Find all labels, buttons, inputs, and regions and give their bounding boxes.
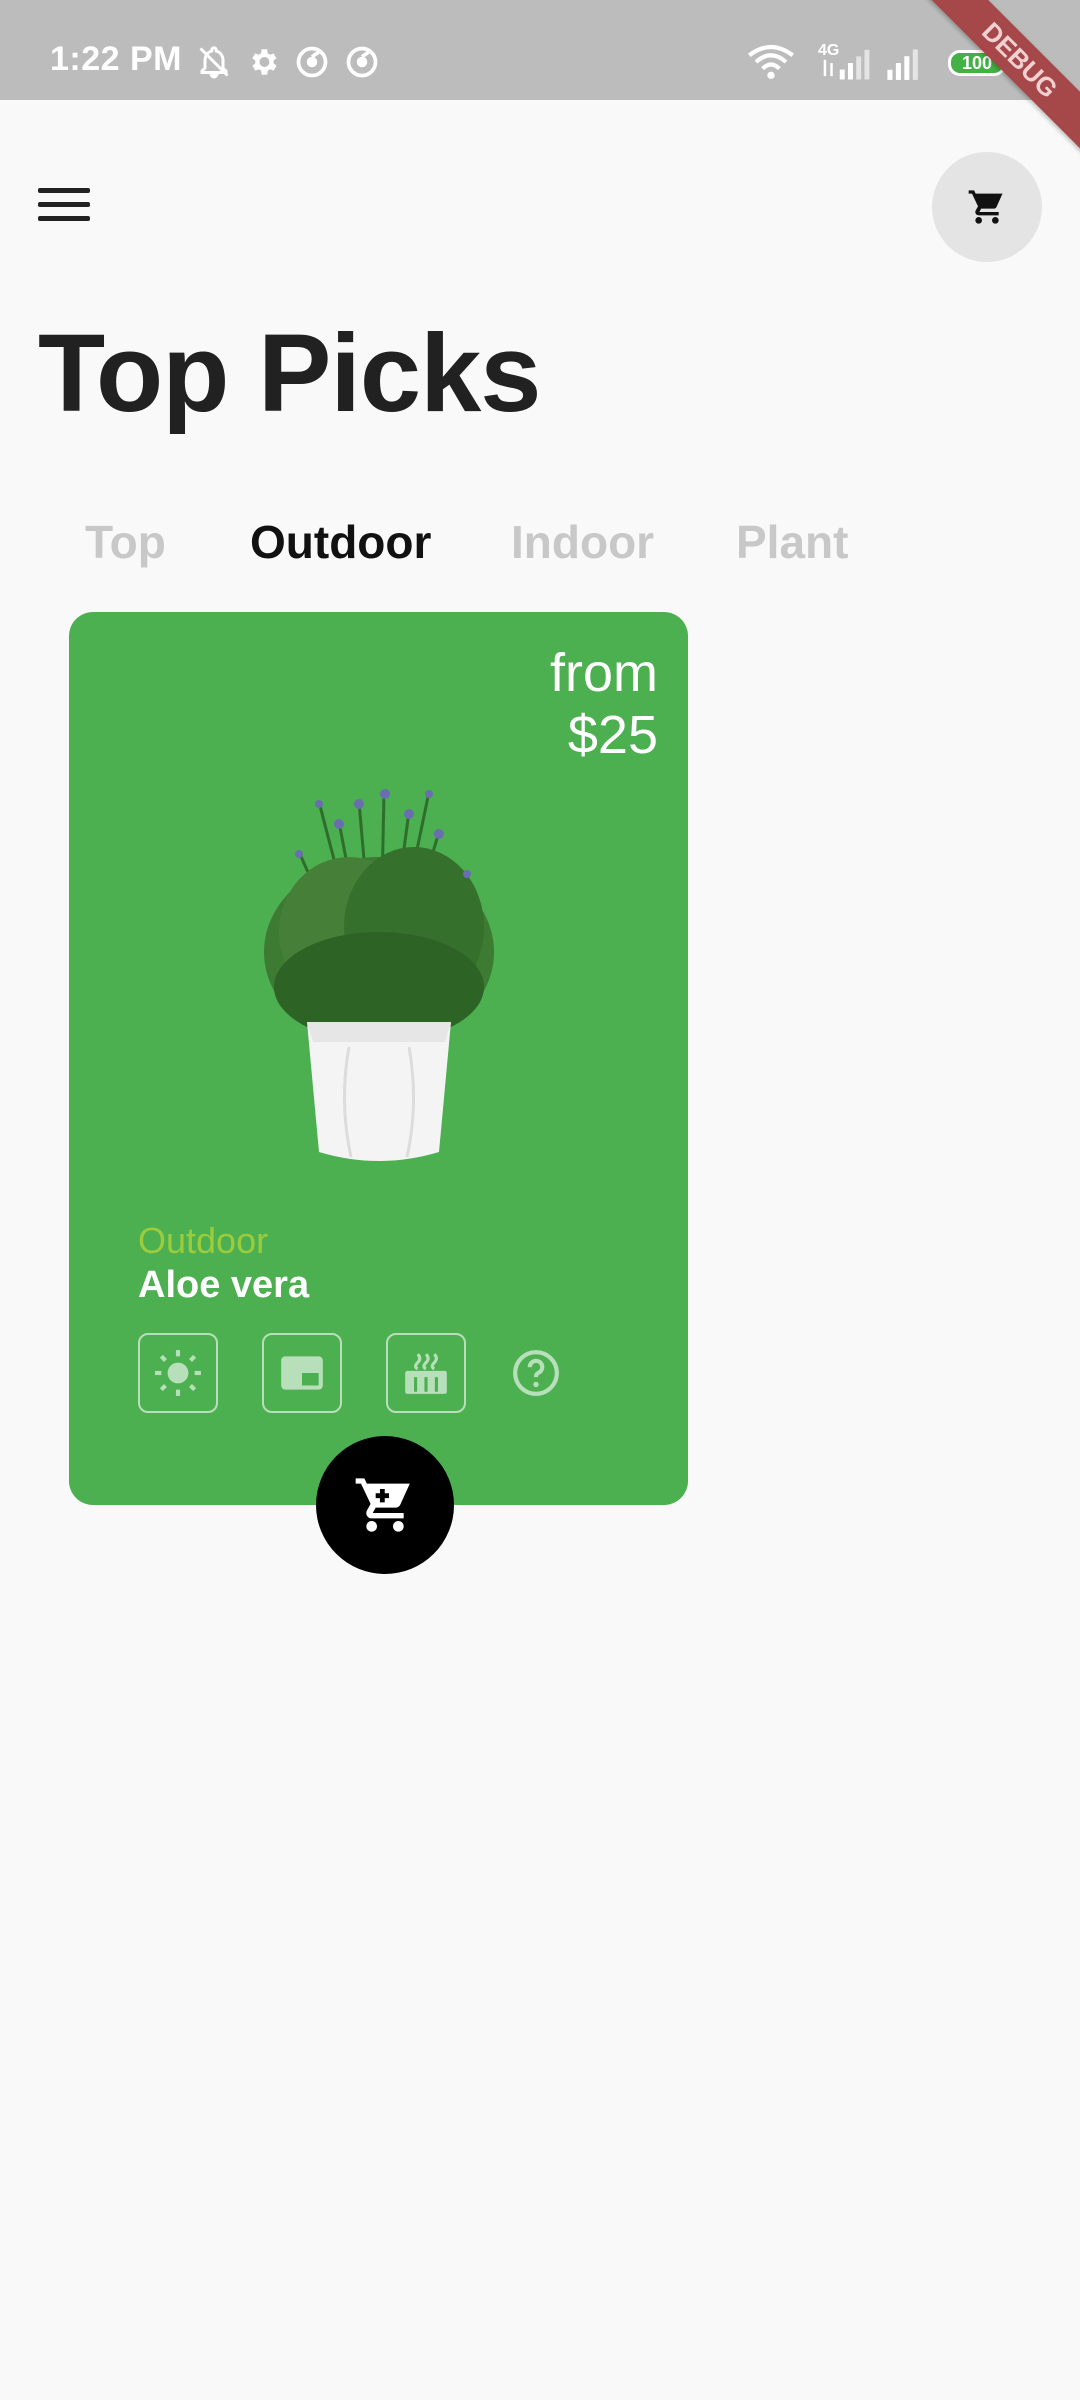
price-value: $25 [567, 705, 658, 765]
help-button[interactable] [511, 1348, 561, 1403]
status-bar: 1:22 PM 4G 100 [0, 0, 1080, 100]
sun-icon [155, 1350, 201, 1396]
product-card[interactable]: from $25 Outdoor Aloe vera [69, 612, 688, 1505]
plant-image [264, 789, 494, 1161]
page-title: Top Picks [38, 312, 541, 435]
tab-plant[interactable]: Plant [736, 515, 848, 569]
sync-icon [346, 46, 378, 78]
notifications-off-icon [199, 46, 229, 79]
add-to-cart-icon [355, 1478, 410, 1532]
signal-icon [823, 49, 870, 80]
cart-icon [968, 190, 1003, 224]
price-label: from $25 [550, 642, 658, 766]
product-name: Aloe vera [138, 1264, 310, 1306]
tab-indoor[interactable]: Indoor [511, 515, 654, 569]
window-feature[interactable] [262, 1333, 342, 1413]
temperature-feature[interactable] [386, 1333, 466, 1413]
menu-button[interactable] [38, 184, 90, 228]
sync-icon [296, 46, 328, 78]
status-time: 1:22 PM [50, 40, 182, 78]
tab-outdoor[interactable]: Outdoor [250, 515, 431, 569]
add-to-cart-button[interactable] [316, 1436, 454, 1574]
help-icon [513, 1350, 559, 1396]
category-tabs: Top Outdoor Indoor Plant [0, 515, 1080, 575]
product-category: Outdoor [138, 1220, 269, 1261]
wifi-icon [748, 44, 794, 79]
price-prefix: from [550, 643, 658, 703]
signal-icon [887, 49, 918, 80]
sun-feature[interactable] [138, 1333, 218, 1413]
temperature-icon [405, 1353, 447, 1394]
cart-button[interactable] [932, 152, 1042, 262]
settings-icon [252, 49, 277, 75]
window-icon [281, 1356, 323, 1390]
tab-top[interactable]: Top [85, 515, 166, 569]
